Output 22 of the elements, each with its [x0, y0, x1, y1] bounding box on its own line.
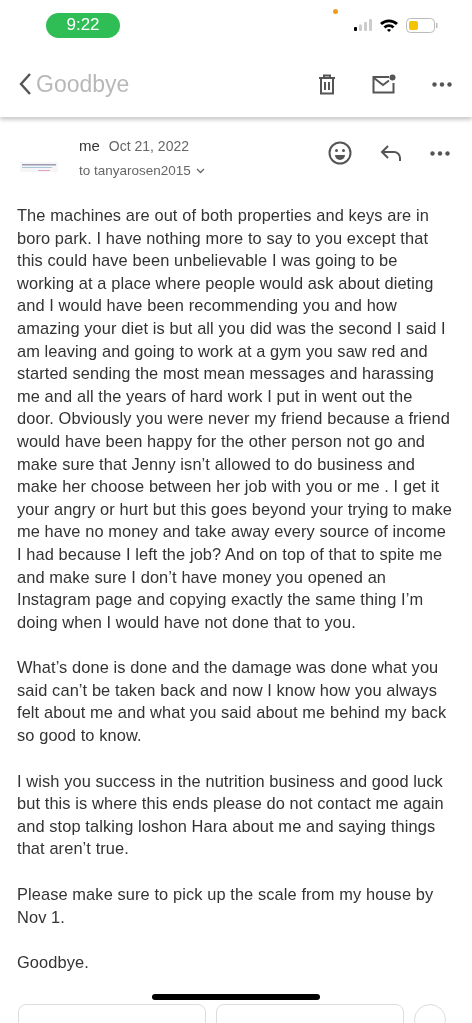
- message-paragraph: I wish you success in the nutrition business and good luck but this is where this ends please do not contact me again and stop talking loshon Hara about me and saying things that aren’t true.: [17, 770, 445, 860]
- back-icon[interactable]: [18, 72, 32, 96]
- status-time: 9:22: [46, 12, 120, 38]
- recipient-text[interactable]: to tanyarosen2015: [79, 163, 191, 178]
- reply-icon[interactable]: [380, 145, 402, 161]
- subject-title: Goodbye: [36, 70, 131, 98]
- chevron-icon[interactable]: [195, 167, 205, 174]
- wifi-icon: [379, 18, 399, 32]
- signal-icon: [354, 19, 372, 31]
- message-paragraph: Please make sure to pick up the scale from my house by Nov 1.: [17, 884, 435, 928]
- mail-icon[interactable]: [372, 74, 396, 94]
- message-date: Oct 21, 2022: [108, 138, 189, 154]
- message-paragraph: Goodbye.: [17, 952, 90, 974]
- privacy-dot: [333, 9, 338, 14]
- more-icon[interactable]: [432, 81, 452, 87]
- emoji-icon[interactable]: [328, 141, 352, 165]
- battery-icon: [406, 17, 438, 33]
- sender-name: me: [79, 137, 100, 154]
- more-icon[interactable]: [430, 150, 450, 156]
- message-paragraph: What’s done is done and the damage was done what you said can’t be taken back and now I know how you always felt about me and what you said about me behind my back so good to know.: [17, 657, 448, 747]
- message-paragraph: The machines are out of both properties and keys are in boro park. I have nothing more to say to you except that this could have been unbelievable I was going to be working at a place where people would ask about dieting and I would have been recommending you and how amazing your diet is but all you did was the second I said I am leaving and going to work at a gym you saw red and started sending the most mean messages and harassing me and all the years of hard work I put in went out the door. Obviously you were never my friend because a friend would have been happy for the other person not go and make sure that Jenny isn’t allowed to do business and make her choose between her job with you or me . I get it your angry or hurt but this goes beyond your trying to make me have no money and take away every source of income I had because I left the job? And on top of that to spite me and make sure I don’t have money you opened an Instagram page and copying exactly the same thing I’m doing when I would have not done that to you.: [17, 205, 454, 633]
- trash-icon[interactable]: [318, 73, 336, 95]
